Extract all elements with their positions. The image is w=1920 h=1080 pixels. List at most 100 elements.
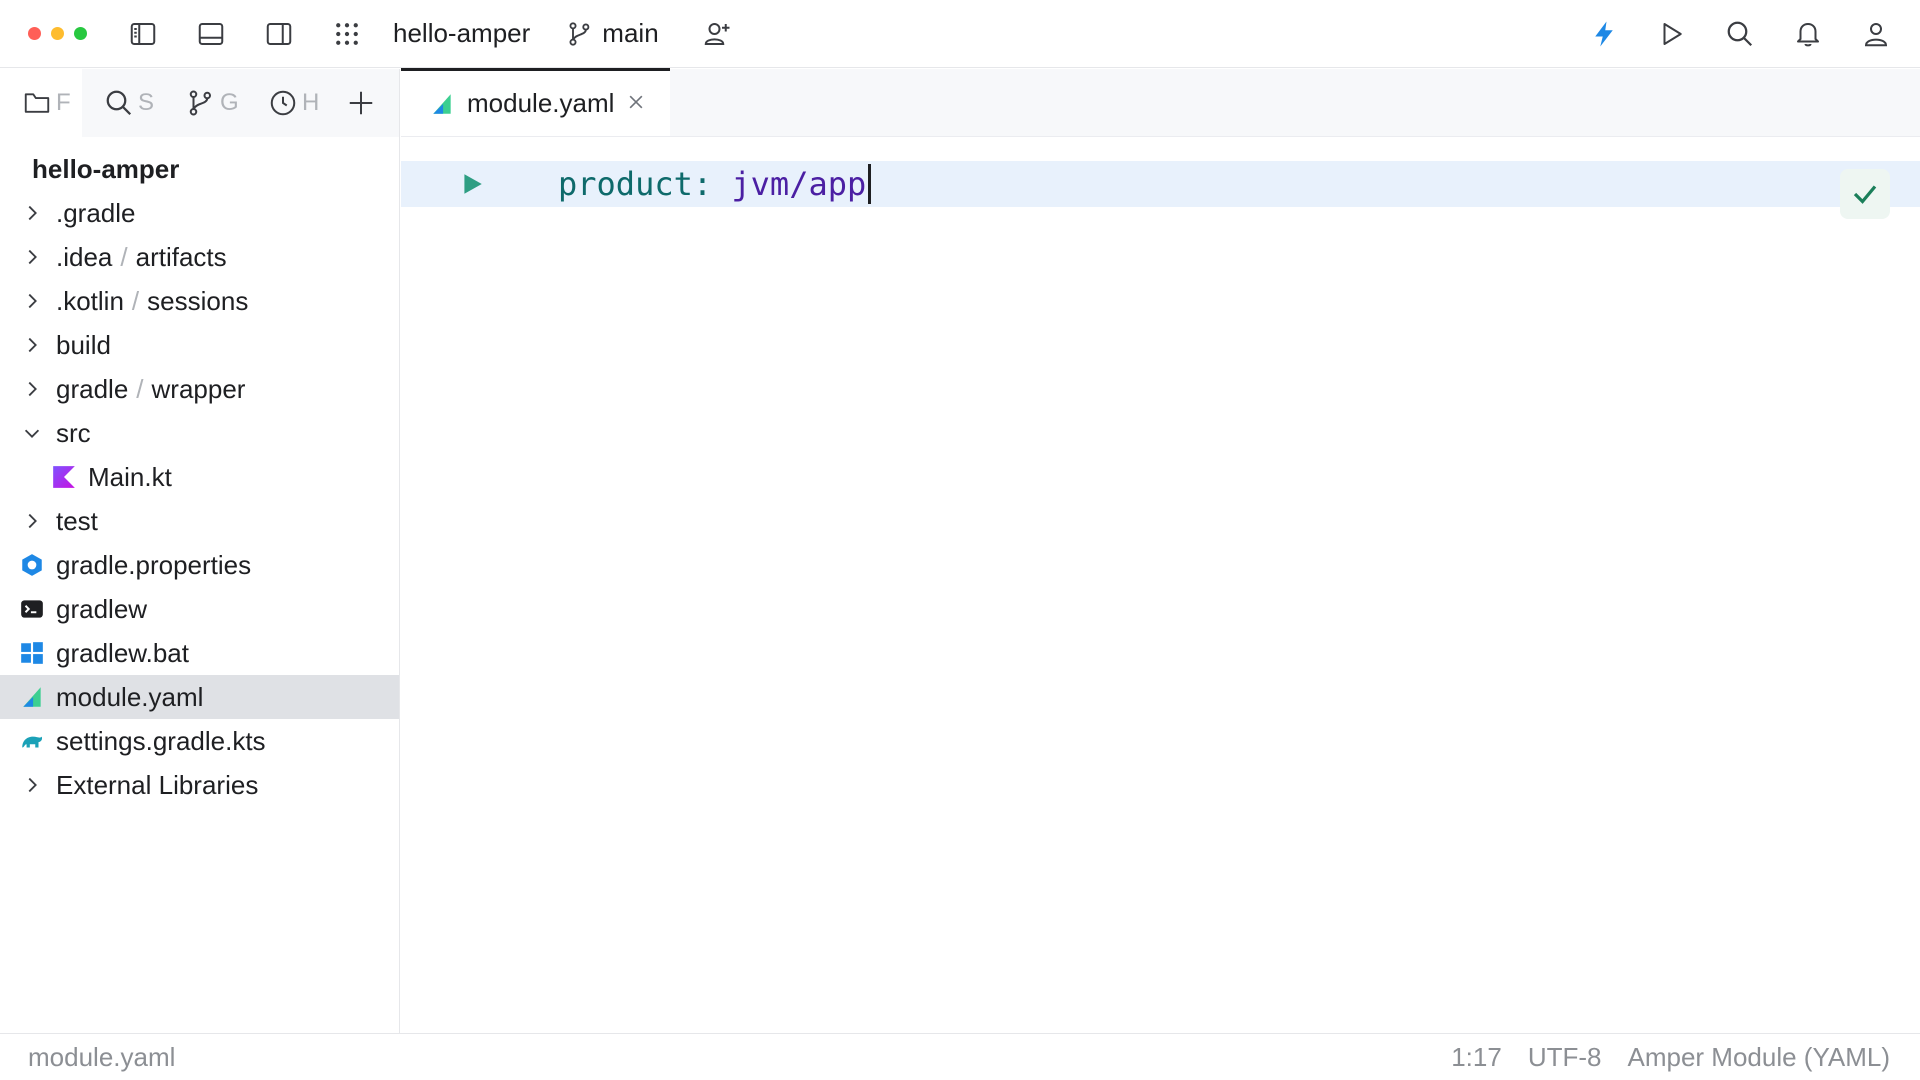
tree-item-external-libraries[interactable]: External Libraries bbox=[0, 763, 399, 807]
tree-item-main-kt[interactable]: Main.kt bbox=[0, 455, 399, 499]
close-tab-button[interactable] bbox=[626, 88, 646, 119]
tree-item-gradlew[interactable]: gradlew bbox=[0, 587, 399, 631]
chevron-right-icon[interactable] bbox=[18, 199, 46, 227]
title-bar: hello-amper main bbox=[0, 0, 1920, 68]
checkmark-icon bbox=[1853, 185, 1877, 204]
chevron-right-icon[interactable] bbox=[18, 375, 46, 403]
project-tree: hello-amper .gradle .idea / artifacts .k… bbox=[0, 137, 399, 807]
yaml-value: jvm/app bbox=[731, 165, 867, 203]
tree-item-label: gradlew.bat bbox=[56, 637, 189, 668]
search-everywhere-button[interactable] bbox=[1718, 12, 1762, 56]
tab-search[interactable]: S bbox=[82, 69, 164, 137]
ai-assistant-button[interactable] bbox=[1582, 12, 1626, 56]
editor-area: module.yaml product: jvm/app bbox=[401, 68, 1920, 1033]
history-icon bbox=[270, 90, 296, 116]
tree-item-label: build bbox=[56, 329, 111, 360]
yaml-key: product: bbox=[558, 165, 713, 203]
tree-item-label: test bbox=[56, 505, 98, 536]
tab-label: F bbox=[56, 89, 71, 116]
branch-selector[interactable]: main bbox=[566, 18, 659, 49]
tab-history[interactable]: H bbox=[246, 69, 328, 137]
status-encoding[interactable]: UTF-8 bbox=[1528, 1042, 1602, 1073]
inspection-status-badge[interactable] bbox=[1840, 169, 1890, 219]
tree-item-label: External Libraries bbox=[56, 769, 259, 800]
run-icon bbox=[1663, 23, 1682, 45]
maximize-window-button[interactable] bbox=[74, 27, 87, 40]
text-caret bbox=[868, 164, 872, 204]
tool-window-tabs: F S G H bbox=[0, 69, 399, 137]
tree-item-label: src bbox=[56, 417, 91, 448]
current-line[interactable]: product: jvm/app bbox=[401, 161, 1920, 207]
editor-tab-label: module.yaml bbox=[467, 88, 615, 118]
notifications-button[interactable] bbox=[1786, 12, 1830, 56]
tree-item-label: gradlew bbox=[56, 593, 148, 624]
tree-item-label: .idea bbox=[56, 241, 113, 272]
close-icon bbox=[629, 95, 643, 109]
editor-tab-module-yaml[interactable]: module.yaml bbox=[401, 68, 671, 136]
status-caret-position[interactable]: 1:17 bbox=[1451, 1042, 1502, 1073]
run-button[interactable] bbox=[1650, 12, 1694, 56]
tree-item-build[interactable]: build bbox=[0, 323, 399, 367]
branch-icon bbox=[569, 21, 590, 46]
tree-item-kotlin[interactable]: .kotlin / sessions bbox=[0, 279, 399, 323]
tree-item-settings-gradle[interactable]: settings.gradle.kts bbox=[0, 719, 399, 763]
project-selector[interactable]: hello-amper bbox=[393, 18, 530, 49]
run-gutter-icon[interactable] bbox=[459, 171, 485, 197]
chevron-right-icon[interactable] bbox=[18, 331, 46, 359]
project-name: hello-amper bbox=[393, 18, 531, 48]
path-separator: / bbox=[131, 285, 140, 316]
add-tool-window-button[interactable] bbox=[328, 69, 388, 137]
apps-grid-icon bbox=[336, 22, 358, 45]
tab-git[interactable]: G bbox=[164, 69, 246, 137]
chevron-right-icon[interactable] bbox=[18, 287, 46, 315]
account-button[interactable] bbox=[1854, 12, 1898, 56]
window-controls bbox=[28, 27, 87, 40]
branch-name: main bbox=[602, 18, 659, 48]
chevron-right-icon[interactable] bbox=[18, 243, 46, 271]
tab-label: H bbox=[302, 89, 320, 116]
tree-item-sublabel: wrapper bbox=[151, 373, 246, 404]
toggle-right-panel-button[interactable] bbox=[257, 12, 301, 56]
search-icon bbox=[1727, 21, 1753, 47]
tab-files[interactable]: F bbox=[0, 69, 82, 137]
toggle-left-panel-button[interactable] bbox=[121, 12, 165, 56]
tree-item-src[interactable]: src bbox=[0, 411, 399, 455]
add-collaborator-button[interactable] bbox=[695, 12, 739, 56]
tree-item-gradlew-bat[interactable]: gradlew.bat bbox=[0, 631, 399, 675]
path-separator: / bbox=[136, 373, 144, 404]
chevron-right-icon[interactable] bbox=[18, 771, 46, 799]
chevron-down-icon[interactable] bbox=[18, 419, 46, 447]
amper-file-icon bbox=[433, 93, 451, 114]
branch-icon bbox=[189, 90, 212, 116]
tab-label: G bbox=[220, 89, 239, 116]
tree-item-gradle-properties[interactable]: gradle.properties bbox=[0, 543, 399, 587]
tree-item-module-yaml[interactable]: module.yaml bbox=[0, 675, 399, 719]
amper-file-icon bbox=[18, 683, 46, 711]
sidebar-left-icon bbox=[130, 22, 156, 45]
status-file-path[interactable]: module.yaml bbox=[28, 1042, 175, 1073]
tree-item-test[interactable]: test bbox=[0, 499, 399, 543]
minimize-window-button[interactable] bbox=[51, 27, 64, 40]
bolt-icon bbox=[1595, 21, 1613, 47]
code-text[interactable]: product: jvm/app bbox=[558, 161, 872, 207]
path-separator: / bbox=[120, 241, 128, 272]
bell-icon bbox=[1797, 23, 1819, 47]
status-file-type[interactable]: Amper Module (YAML) bbox=[1628, 1042, 1891, 1073]
windows-file-icon bbox=[18, 639, 46, 667]
close-window-button[interactable] bbox=[28, 27, 41, 40]
tree-item-gradle-dir[interactable]: .gradle bbox=[0, 191, 399, 235]
tree-item-label: module.yaml bbox=[56, 681, 204, 712]
status-right-widgets: 1:17 UTF-8 Amper Module (YAML) bbox=[1451, 1042, 1890, 1073]
tree-item-label: settings.gradle.kts bbox=[56, 725, 266, 756]
main-menu-button[interactable] bbox=[325, 12, 369, 56]
tree-item-label: gradle bbox=[56, 373, 129, 404]
toggle-bottom-panel-button[interactable] bbox=[189, 12, 233, 56]
tree-item-gradle-wrapper[interactable]: gradle / wrapper bbox=[0, 367, 399, 411]
chevron-right-icon[interactable] bbox=[18, 507, 46, 535]
search-icon bbox=[106, 90, 132, 116]
folder-icon bbox=[24, 93, 50, 113]
tree-root[interactable]: hello-amper bbox=[0, 147, 399, 191]
tree-item-idea[interactable]: .idea / artifacts bbox=[0, 235, 399, 279]
add-user-icon bbox=[704, 22, 730, 45]
